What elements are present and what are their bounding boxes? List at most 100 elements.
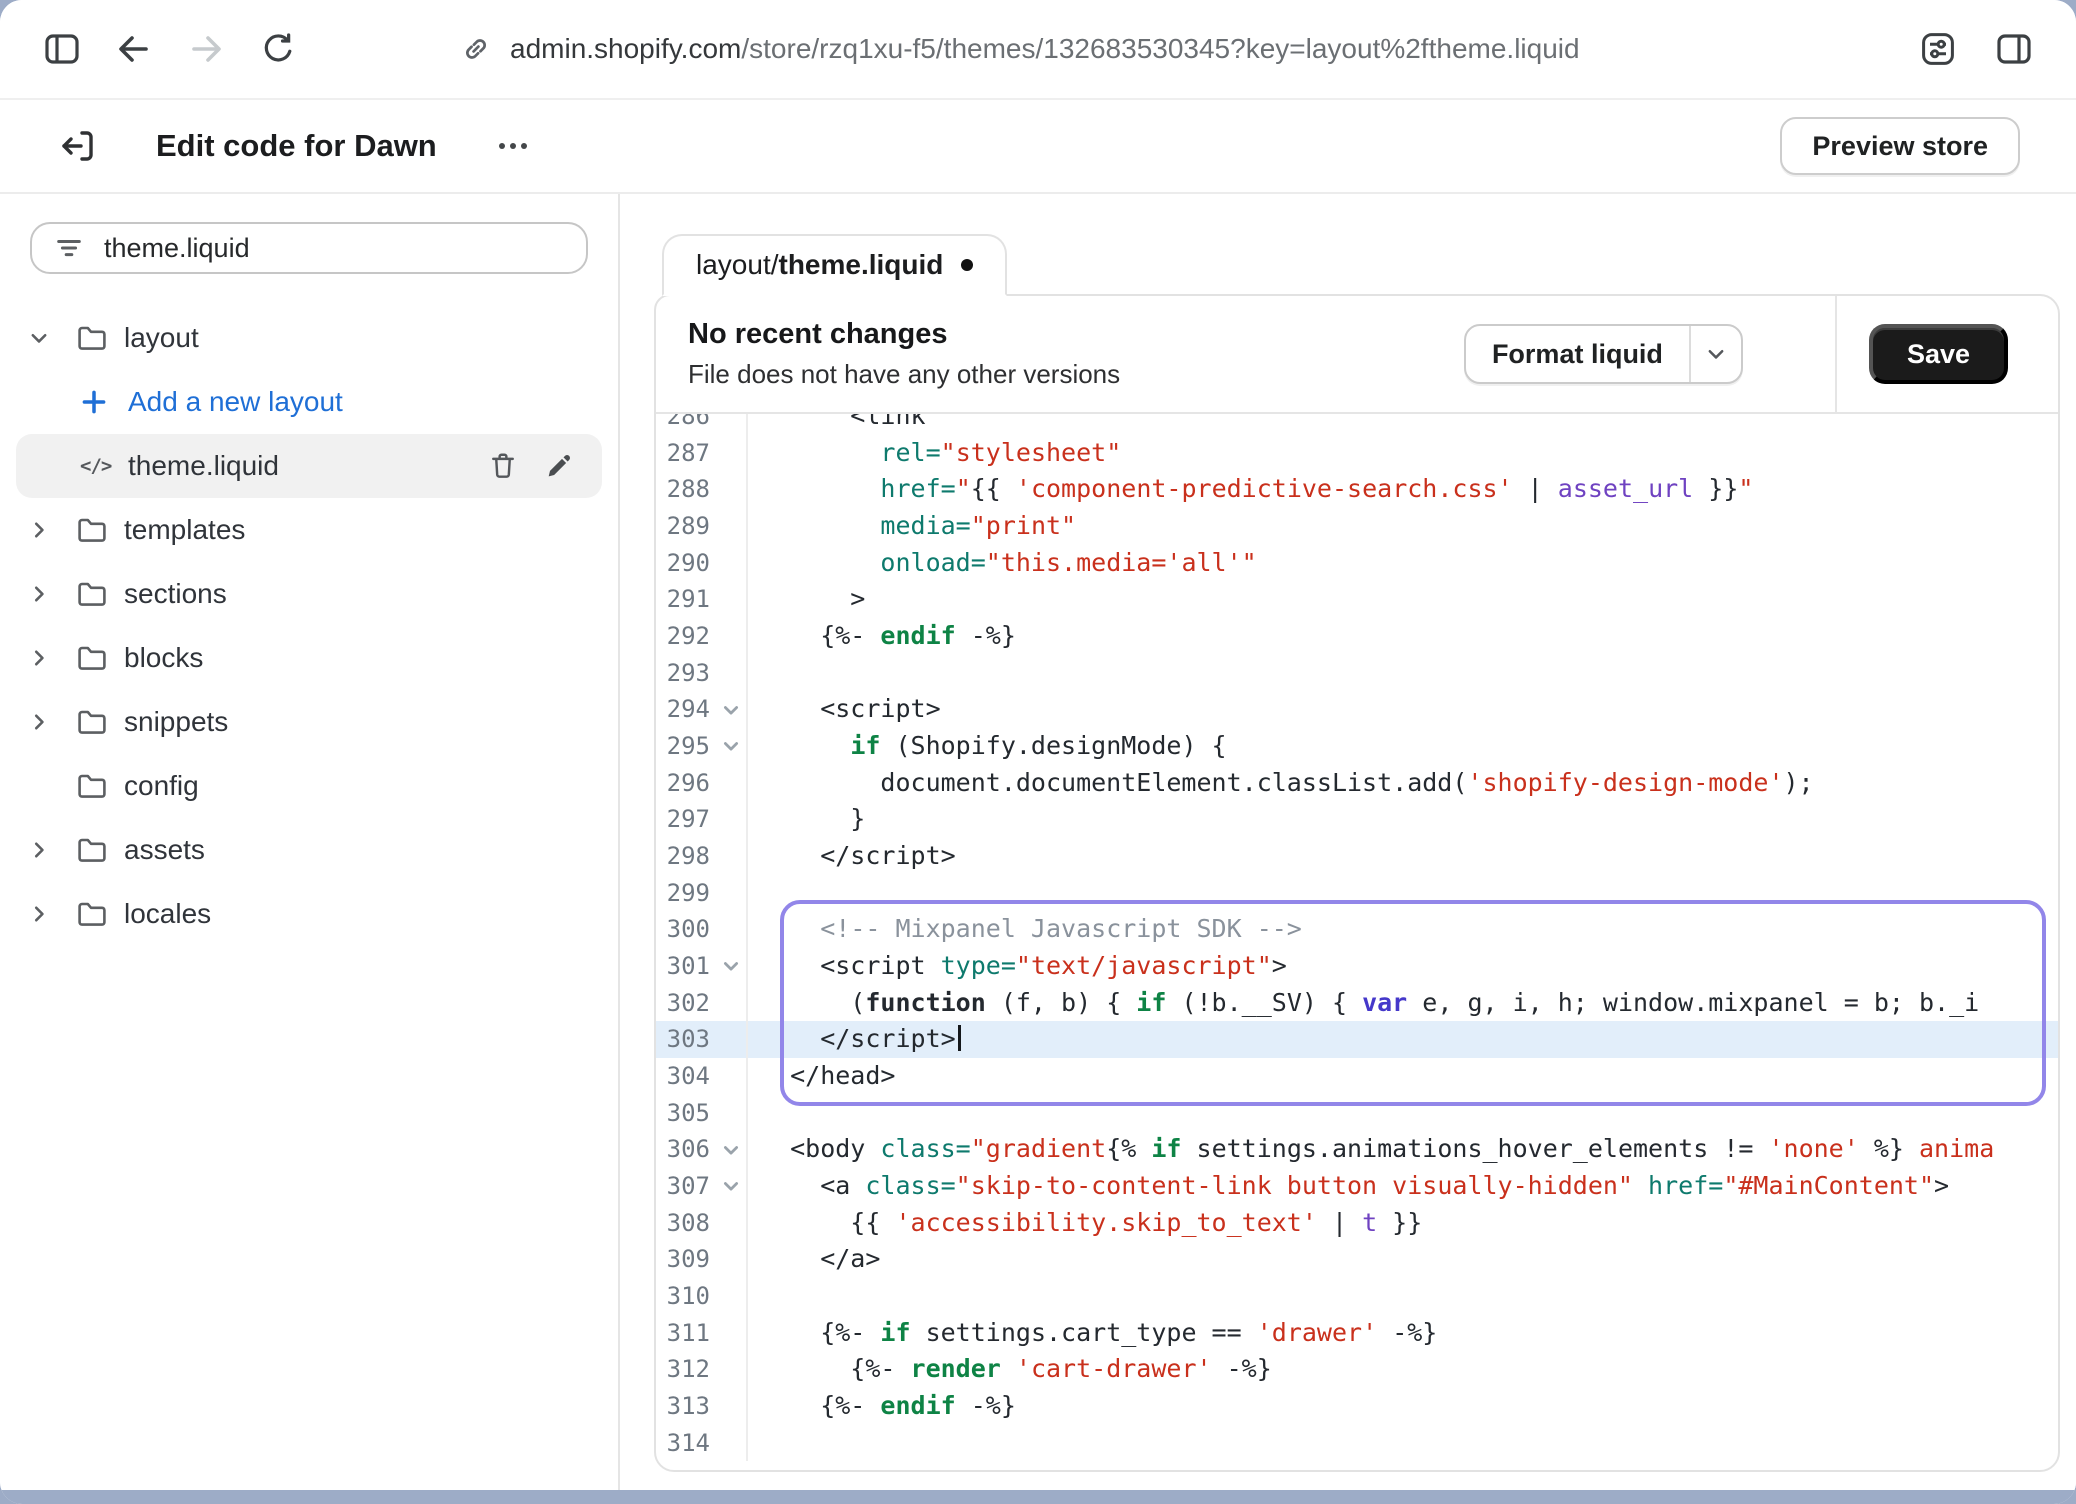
line-number: 287 — [656, 435, 716, 472]
delete-file-icon[interactable] — [488, 451, 518, 481]
file-search-input[interactable]: theme.liquid — [30, 222, 588, 274]
code-text: (function (f, b) { if (!b.__SV) { var e,… — [748, 985, 2058, 1022]
browser-toolbar: admin.shopify.com/store/rzq1xu-f5/themes… — [0, 0, 2076, 100]
gutter-spacer — [716, 1425, 748, 1462]
page-title: Edit code for Dawn — [156, 128, 437, 164]
tree-item-blocks[interactable]: blocks — [16, 626, 602, 690]
back-icon[interactable] — [104, 19, 164, 79]
fold-toggle-icon[interactable] — [716, 728, 748, 765]
code-text: {%- endif -%} — [748, 1388, 2058, 1425]
code-text — [748, 875, 2058, 912]
file-search-value: theme.liquid — [104, 233, 250, 264]
line-number: 308 — [656, 1205, 716, 1242]
tree-item-locales[interactable]: locales — [16, 882, 602, 946]
tree-item-layout[interactable]: layout — [16, 306, 602, 370]
folder-icon — [76, 834, 108, 866]
line-number: 298 — [656, 838, 716, 875]
line-number: 300 — [656, 911, 716, 948]
toolbar-divider — [1835, 296, 1837, 412]
code-text: <link — [748, 414, 2058, 435]
filter-icon — [54, 233, 84, 263]
code-text: </script> — [748, 1021, 2058, 1058]
line-number: 312 — [656, 1351, 716, 1388]
chevron-right-icon[interactable] — [28, 903, 76, 925]
code-line-312: 312 {%- render 'cart-drawer' -%} — [656, 1351, 2058, 1388]
tab-theme-liquid[interactable]: layout/theme.liquid — [662, 234, 1007, 296]
chevron-right-icon[interactable] — [28, 519, 76, 541]
line-number: 314 — [656, 1425, 716, 1462]
code-text: <body class="gradient{% if settings.anim… — [748, 1131, 2058, 1168]
url-text: admin.shopify.com/store/rzq1xu-f5/themes… — [510, 33, 1580, 65]
more-actions-icon[interactable] — [485, 118, 541, 174]
fold-toggle-icon[interactable] — [716, 948, 748, 985]
folder-icon — [76, 642, 108, 674]
code-text: <script> — [748, 691, 2058, 728]
code-text: <script type="text/javascript"> — [748, 948, 2058, 985]
text-cursor — [958, 1025, 961, 1051]
format-options-chevron-icon[interactable] — [1689, 326, 1741, 382]
tree-item-label: config — [124, 770, 199, 802]
line-number: 297 — [656, 801, 716, 838]
code-line-308: 308 {{ 'accessibility.skip_to_text' | t … — [656, 1205, 2058, 1242]
gutter-spacer — [716, 655, 748, 692]
app-header: Edit code for Dawn Preview store — [0, 100, 2076, 194]
code-text: {{ 'accessibility.skip_to_text' | t }} — [748, 1205, 2058, 1242]
code-text: {%- render 'cart-drawer' -%} — [748, 1351, 2058, 1388]
line-number: 306 — [656, 1131, 716, 1168]
chevron-down-icon[interactable] — [28, 327, 76, 349]
chevron-right-icon[interactable] — [28, 711, 76, 733]
gutter-spacer — [716, 1241, 748, 1278]
save-button[interactable]: Save — [1869, 324, 2008, 384]
status-subtitle: File does not have any other versions — [688, 359, 1120, 390]
gutter-spacer — [716, 765, 748, 802]
chevron-right-icon[interactable] — [28, 583, 76, 605]
rename-file-icon[interactable] — [544, 451, 574, 481]
preview-store-button[interactable]: Preview store — [1780, 117, 2020, 175]
forward-icon[interactable] — [176, 19, 236, 79]
line-number: 304 — [656, 1058, 716, 1095]
line-number: 313 — [656, 1388, 716, 1425]
code-line-301: 301 <script type="text/javascript"> — [656, 948, 2058, 985]
tree-item-assets[interactable]: assets — [16, 818, 602, 882]
tree-item-snippets[interactable]: snippets — [16, 690, 602, 754]
gutter-spacer — [716, 1278, 748, 1315]
code-text: if (Shopify.designMode) { — [748, 728, 2058, 765]
code-text: onload="this.media='all'" — [748, 545, 2058, 582]
line-number: 302 — [656, 985, 716, 1022]
code-editor[interactable]: 286 <link287 rel="stylesheet"288 href="{… — [656, 414, 2058, 1470]
code-text — [748, 1095, 2058, 1132]
code-line-300: 300 <!-- Mixpanel Javascript SDK --> — [656, 911, 2058, 948]
tree-item-sections[interactable]: sections — [16, 562, 602, 626]
line-number: 288 — [656, 471, 716, 508]
line-number: 290 — [656, 545, 716, 582]
code-text: rel="stylesheet" — [748, 435, 2058, 472]
reload-icon[interactable] — [248, 19, 308, 79]
tree-item-label: layout — [124, 322, 199, 354]
tree-item-label: sections — [124, 578, 227, 610]
format-liquid-button[interactable]: Format liquid — [1464, 324, 1743, 384]
code-line-296: 296 document.documentElement.classList.a… — [656, 765, 2058, 802]
code-line-313: 313 {%- endif -%} — [656, 1388, 2058, 1425]
tree-item-templates[interactable]: templates — [16, 498, 602, 562]
exit-code-editor-icon[interactable] — [48, 116, 108, 176]
code-text: </head> — [748, 1058, 2058, 1095]
fold-toggle-icon[interactable] — [716, 1168, 748, 1205]
tree-item-label: templates — [124, 514, 245, 546]
code-line-294: 294 <script> — [656, 691, 2058, 728]
tree-item-label: snippets — [124, 706, 228, 738]
browser-settings-icon[interactable] — [1908, 19, 1968, 79]
tree-item-add-new-layout[interactable]: Add a new layout — [16, 370, 602, 434]
chevron-right-icon[interactable] — [28, 839, 76, 861]
code-text: document.documentElement.classList.add('… — [748, 765, 2058, 802]
split-view-icon[interactable] — [1984, 19, 2044, 79]
fold-toggle-icon[interactable] — [716, 1131, 748, 1168]
code-line-311: 311 {%- if settings.cart_type == 'drawer… — [656, 1315, 2058, 1352]
url-bar[interactable]: admin.shopify.com/store/rzq1xu-f5/themes… — [460, 33, 1580, 65]
sidebar-toggle-icon[interactable] — [32, 19, 92, 79]
chevron-right-icon[interactable] — [28, 647, 76, 669]
fold-toggle-icon[interactable] — [716, 691, 748, 728]
gutter-spacer — [716, 435, 748, 472]
tree-item-theme-liquid[interactable]: </>theme.liquid — [16, 434, 602, 498]
folder-icon — [76, 322, 108, 354]
tree-item-config[interactable]: config — [16, 754, 602, 818]
